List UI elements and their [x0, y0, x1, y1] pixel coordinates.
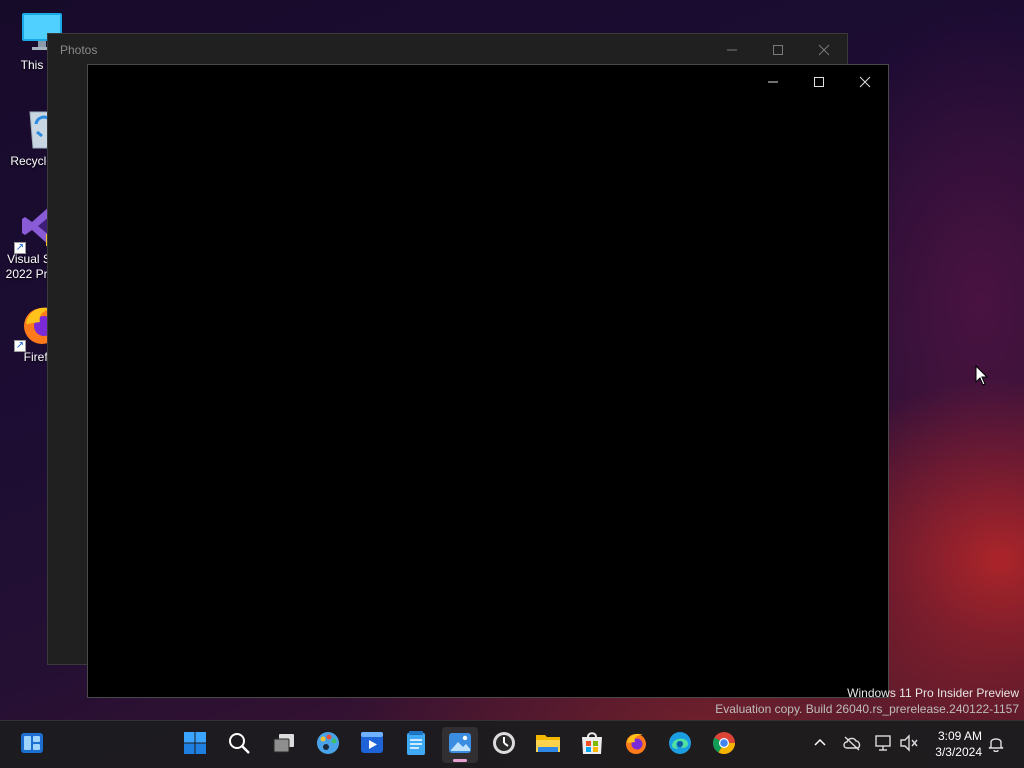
taskbar: 3:09 AM 3/3/2024 — [0, 720, 1024, 768]
running-indicator — [453, 759, 467, 762]
file-explorer-icon — [535, 731, 561, 760]
start-icon — [183, 731, 207, 760]
network-button[interactable] — [871, 733, 895, 757]
cloud-offline-icon — [842, 735, 862, 756]
show-hidden-icons-button[interactable] — [808, 733, 832, 757]
chrome-button[interactable] — [706, 727, 742, 763]
file-explorer-button[interactable] — [530, 727, 566, 763]
task-view-icon — [272, 731, 296, 760]
close-button[interactable] — [842, 65, 888, 99]
store-button[interactable] — [574, 727, 610, 763]
shortcut-arrow-icon: ↗ — [14, 242, 26, 254]
close-button[interactable] — [801, 34, 847, 66]
notepad-button[interactable] — [398, 727, 434, 763]
maximize-button[interactable] — [755, 34, 801, 66]
shortcut-arrow-icon: ↗ — [14, 340, 26, 352]
volume-muted-icon — [899, 733, 919, 757]
paint-button[interactable] — [310, 727, 346, 763]
volume-button[interactable] — [897, 733, 921, 757]
task-view-button[interactable] — [266, 727, 302, 763]
system-clock[interactable]: 3:09 AM 3/3/2024 — [935, 728, 982, 760]
firefox-icon — [624, 731, 648, 760]
photos-button[interactable] — [442, 727, 478, 763]
photos-titlebar[interactable]: Photos — [48, 34, 847, 66]
network-icon — [873, 734, 893, 757]
blank-window[interactable] — [87, 64, 889, 698]
widgets-button[interactable] — [14, 727, 50, 763]
photos-icon — [448, 731, 472, 760]
evaluation-watermark: Windows 11 Pro Insider Preview Evaluatio… — [715, 685, 1019, 717]
bell-icon — [987, 734, 1005, 757]
notepad-icon — [404, 730, 428, 761]
onedrive-button[interactable] — [840, 733, 864, 757]
clock-icon — [492, 731, 516, 760]
media-player-icon — [359, 730, 385, 761]
watermark-edition: Windows 11 Pro Insider Preview — [847, 686, 1019, 700]
widgets-icon — [19, 730, 45, 761]
minimize-button[interactable] — [750, 65, 796, 99]
media-player-button[interactable] — [354, 727, 390, 763]
chevron-up-icon — [813, 736, 827, 755]
store-icon — [580, 731, 604, 760]
notifications-button[interactable] — [984, 733, 1008, 757]
chrome-icon — [712, 731, 736, 760]
paint-icon — [315, 730, 341, 761]
mouse-cursor-icon — [975, 364, 989, 392]
clock-date: 3/3/2024 — [935, 745, 982, 759]
minimize-button[interactable] — [709, 34, 755, 66]
search-icon — [227, 731, 251, 760]
search-button[interactable] — [221, 727, 257, 763]
edge-button[interactable] — [662, 727, 698, 763]
maximize-button[interactable] — [796, 65, 842, 99]
clock-time: 3:09 AM — [937, 729, 982, 743]
firefox-button[interactable] — [618, 727, 654, 763]
window-title: Photos — [60, 43, 98, 57]
edge-icon — [668, 731, 692, 760]
clock-app-button[interactable] — [486, 727, 522, 763]
start-button[interactable] — [177, 727, 213, 763]
watermark-build: Evaluation copy. Build 26040.rs_prerelea… — [715, 702, 1019, 716]
